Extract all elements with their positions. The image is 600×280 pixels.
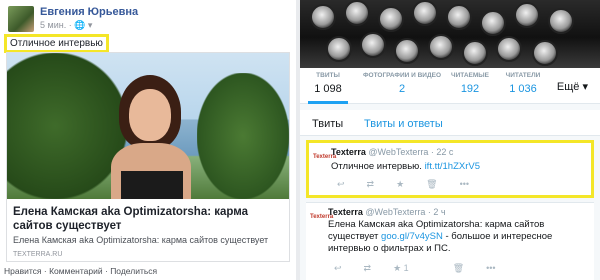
tweet-author-handle[interactable]: @WebTexterra [365,207,425,217]
tweet-author-name[interactable]: Texterra [328,207,363,217]
stat-tweets[interactable]: ТВИТЫ 1 098 [308,72,348,104]
tweet-author-name[interactable]: Texterra [331,147,366,157]
stat-media[interactable]: ФОТОГРАФИИ И ВИДЕО 2 [360,72,444,95]
tweet-text: Отличное интервью. ift.tt/1hZXrV5 [331,161,480,172]
globe-icon: 🌐 ▾ [74,20,93,30]
tweet[interactable]: Texterra Texterra @WebTexterra · 2 ч Еле… [306,202,594,280]
tweet-text: Елена Камская aka Optimizatorsha: карма … [328,219,553,254]
tab-tweets-replies[interactable]: Твиты и ответы [364,118,443,130]
link-preview-description: Елена Камская aka Optimizatorsha: карма … [13,235,269,245]
link-preview-domain: TEXTERRA.RU [13,251,63,258]
twitter-profile-panel: ТВИТЫ 1 098 ФОТОГРАФИИ И ВИДЕО 2 ЧИТАЕМЫ… [300,0,600,280]
tweet-author-handle[interactable]: @WebTexterra [368,147,428,157]
link-preview-image[interactable] [7,53,289,199]
link-preview-card[interactable]: Елена Камская aka Optimizatorsha: карма … [6,52,290,262]
more-icon[interactable]: ••• [486,263,495,273]
facebook-post-panel: Евгения Юрьевна 5 мин. · 🌐 ▾ Отличное ин… [0,0,296,280]
more-icon[interactable]: ••• [460,179,469,189]
author-avatar[interactable] [8,6,34,32]
share-link[interactable]: Поделиться [110,266,157,276]
like-link[interactable]: Нравится [4,266,42,276]
author-name[interactable]: Евгения Юрьевна [40,6,138,18]
stat-following[interactable]: ЧИТАЕМЫЕ 192 [448,72,492,95]
favorite-icon[interactable]: ★ 1 [393,263,431,274]
favorite-icon[interactable]: ★ [396,179,404,190]
delete-icon[interactable]: 🗑 [426,179,437,190]
post-time[interactable]: 5 мин. · [40,20,74,30]
post-meta: 5 мин. · 🌐 ▾ [40,20,92,31]
tweet-time[interactable]: · 22 с [428,147,454,157]
profile-stats: ТВИТЫ 1 098 ФОТОГРАФИИ И ВИДЕО 2 ЧИТАЕМЫ… [300,68,600,104]
tweet-author: Texterra @WebTexterra · 22 с [331,147,453,157]
stat-followers[interactable]: ЧИТАТЕЛИ 1 036 [500,72,546,95]
tweet-avatar[interactable]: Texterra [313,151,336,163]
tweet-author: Texterra @WebTexterra · 2 ч [328,207,446,217]
favorite-count: 1 [403,263,409,273]
delete-icon[interactable]: 🗑 [453,263,464,274]
retweet-icon[interactable]: ⇄ [367,179,375,190]
tweet-time[interactable]: · 2 ч [425,207,446,217]
retweet-icon[interactable]: ⇄ [364,263,372,274]
timeline-tabs: Твиты Твиты и ответы [300,110,600,136]
link-preview-title[interactable]: Елена Камская aka Optimizatorsha: карма … [13,205,285,233]
comment-link[interactable]: Комментарий [49,266,103,276]
profile-header-image [300,0,600,68]
tweet-avatar[interactable]: Texterra [310,211,333,223]
tweet[interactable]: Texterra Texterra @WebTexterra · 22 с От… [306,140,594,198]
reply-icon[interactable]: ↩ [337,179,345,190]
tweet-actions: ↩ ⇄ ★ 1 🗑 ••• [334,263,518,274]
tweet-link[interactable]: goo.gl/7v4ySN [381,231,443,242]
more-dropdown[interactable]: Ещё ▾ [557,80,588,93]
post-actions: Нравится · Комментарий · Поделиться [4,266,158,276]
reply-icon[interactable]: ↩ [334,263,342,274]
tweet-actions: ↩ ⇄ ★ 🗑 ••• [337,179,491,190]
post-text: Отличное интервью [4,34,109,53]
tweet-link[interactable]: ift.tt/1hZXrV5 [425,161,480,172]
tab-tweets[interactable]: Твиты [312,118,343,130]
